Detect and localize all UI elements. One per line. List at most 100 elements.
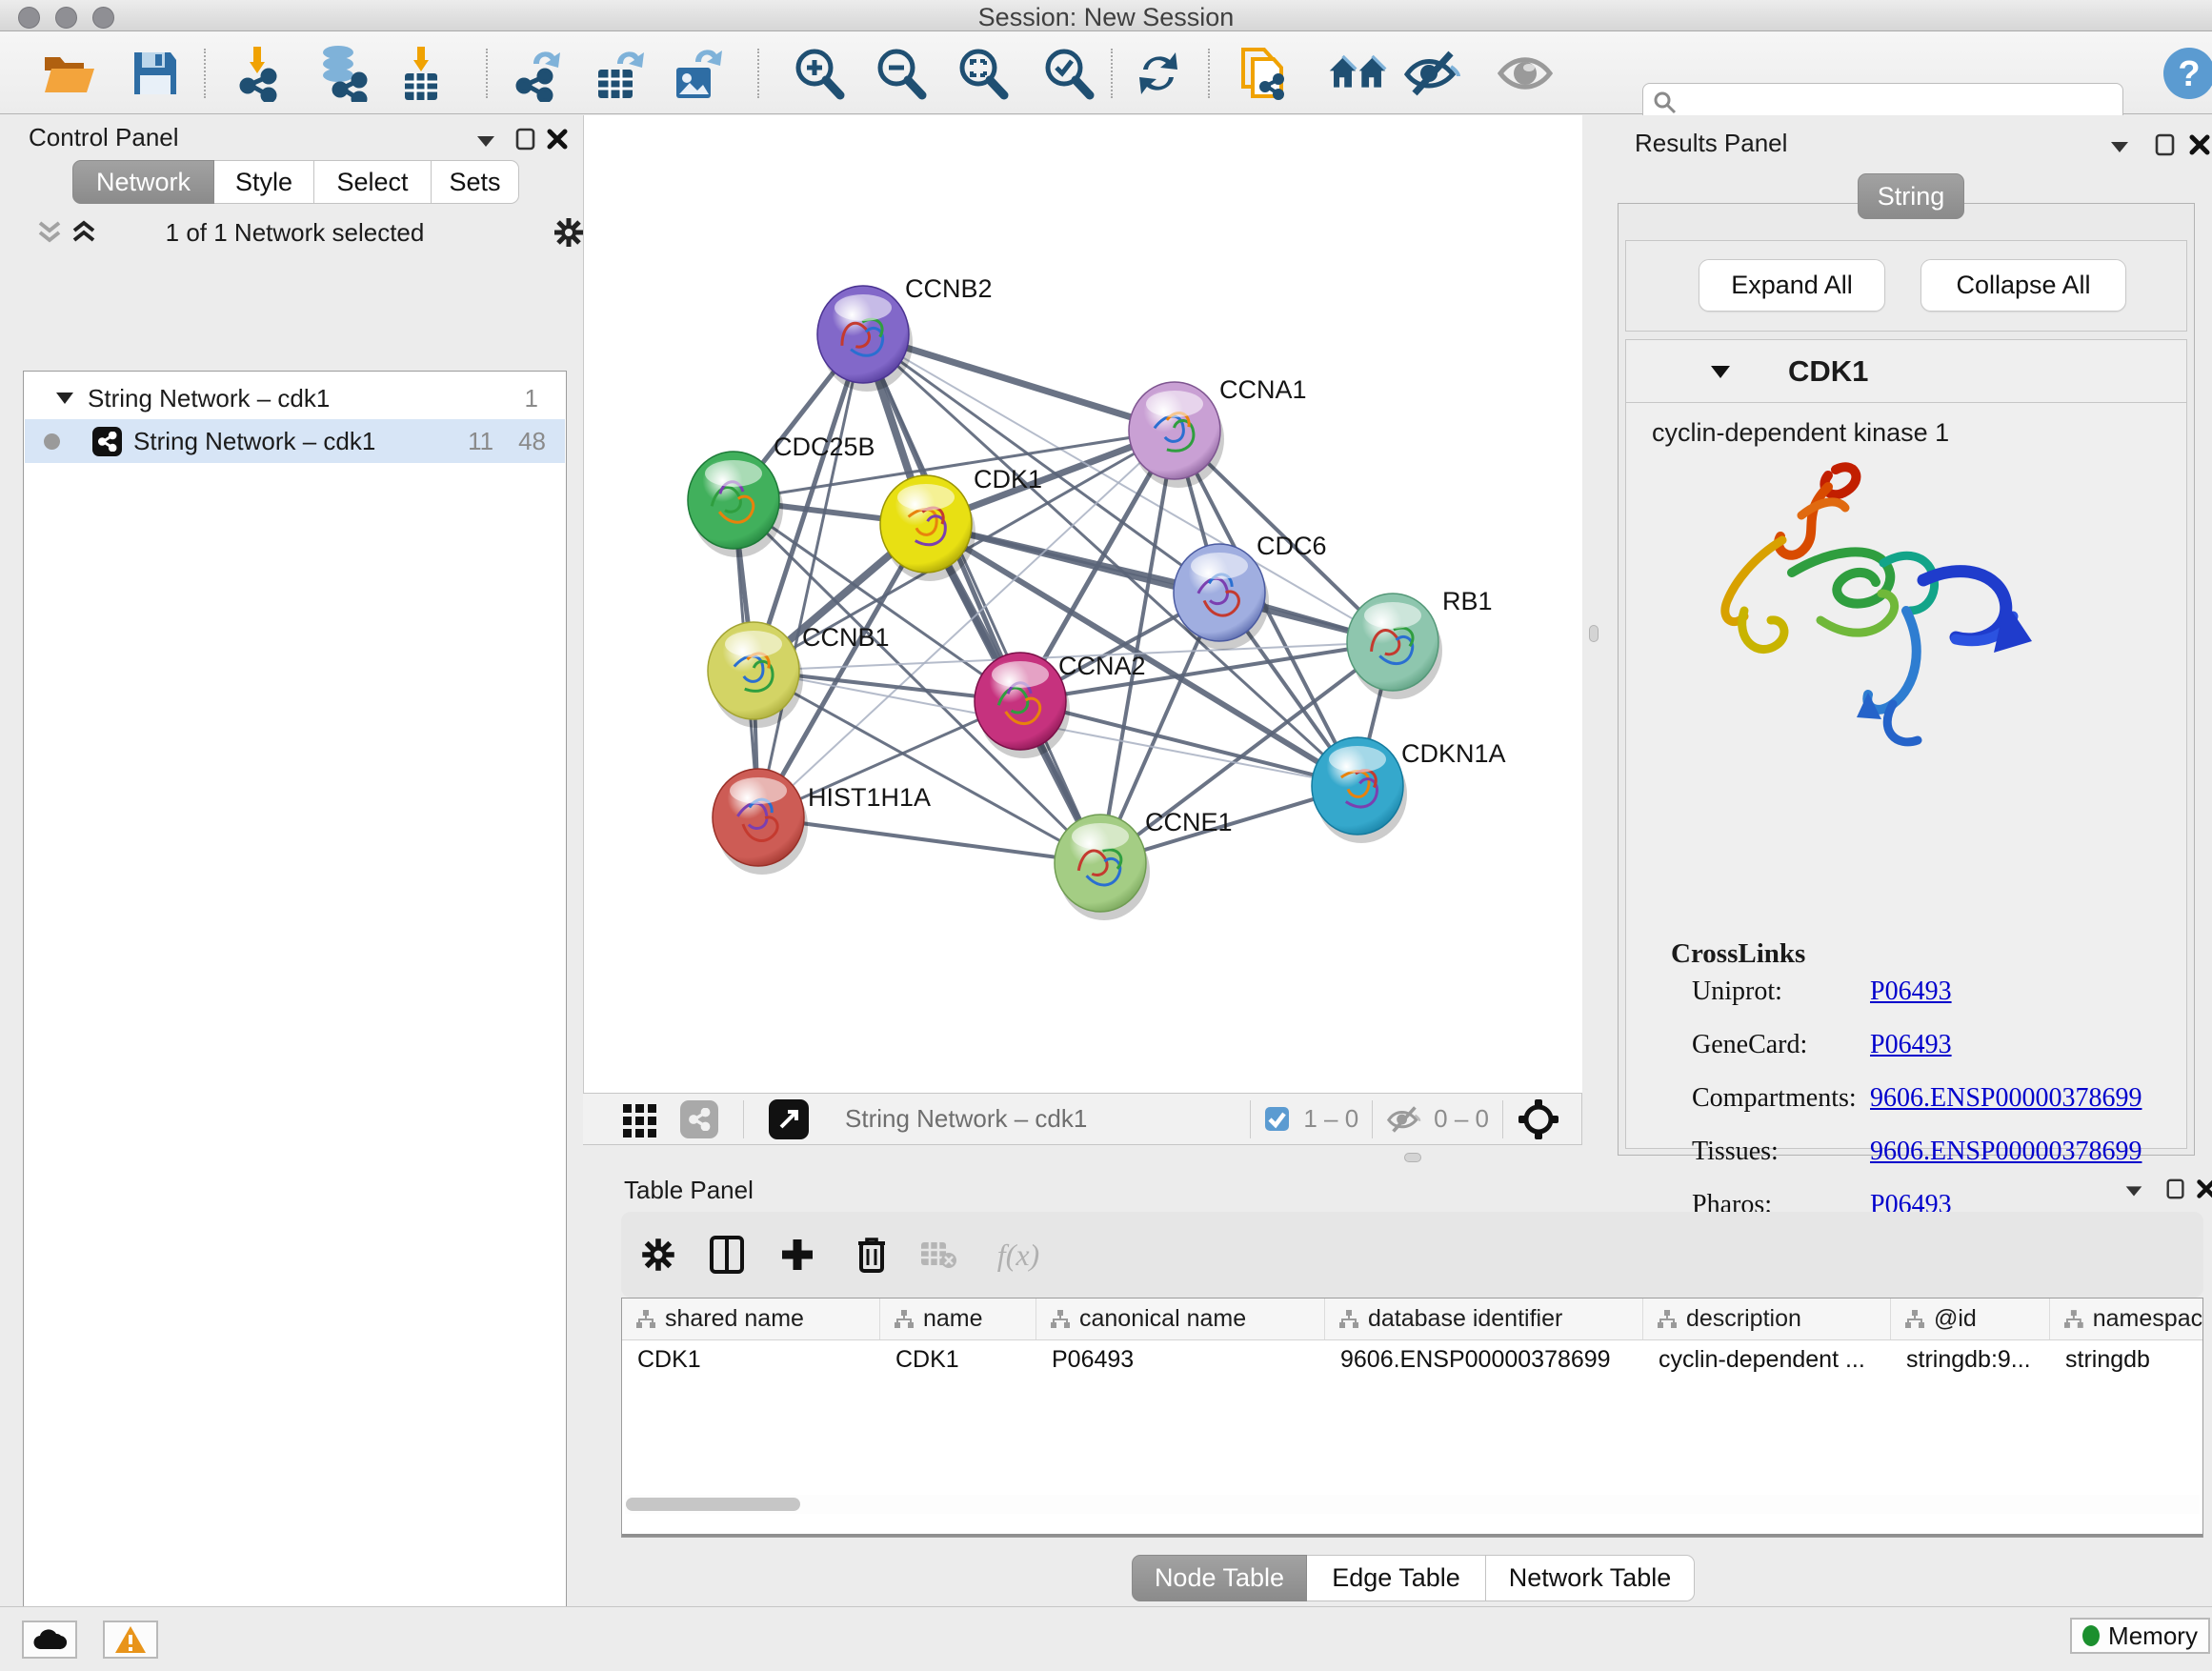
import-table-file-icon[interactable]: [392, 45, 451, 102]
node-CDC25B[interactable]: CDC25B: [688, 433, 875, 557]
network-share-view-icon[interactable]: [680, 1100, 718, 1138]
collapse-panel-icon[interactable]: [473, 129, 498, 153]
gene-section-header[interactable]: CDK1: [1626, 340, 2186, 403]
gear-icon[interactable]: [553, 216, 585, 249]
tab-string[interactable]: String: [1858, 173, 1964, 219]
float-panel-icon[interactable]: [2153, 132, 2178, 157]
delete-column-trash-icon[interactable]: [850, 1236, 894, 1274]
table-cell[interactable]: 9606.ENSP00000378699: [1325, 1346, 1643, 1374]
export-table-icon[interactable]: [589, 45, 648, 102]
crosslink-label: Tissues:: [1692, 1137, 1870, 1167]
export-image-icon[interactable]: [667, 45, 726, 102]
expand-all-button[interactable]: Expand All: [1699, 259, 1885, 312]
export-network-icon[interactable]: [510, 45, 569, 102]
node-label-CDK1: CDK1: [974, 465, 1042, 493]
two-houses-icon[interactable]: [1328, 45, 1387, 102]
open-session-icon[interactable]: [40, 45, 99, 102]
collapse-all-button[interactable]: Collapse All: [1920, 259, 2126, 312]
column-type-icon: [2063, 1309, 2084, 1330]
node-RB1[interactable]: RB1: [1347, 587, 1493, 699]
table-cell[interactable]: CDK1: [622, 1346, 880, 1374]
crosslink-value-link[interactable]: P06493: [1870, 1030, 1952, 1060]
grid-view-icon[interactable]: [621, 1100, 659, 1138]
help-icon[interactable]: ?: [2161, 45, 2212, 102]
fit-crosshair-icon[interactable]: [1517, 1097, 1560, 1141]
node-CDK1[interactable]: CDK1: [880, 465, 1042, 581]
tab-node-table[interactable]: Node Table: [1132, 1555, 1307, 1601]
section-collapse-icon[interactable]: [1708, 361, 1733, 382]
column-header-description[interactable]: description: [1643, 1299, 1891, 1339]
column-header-database-identifier[interactable]: database identifier: [1325, 1299, 1643, 1339]
warning-button[interactable]: [103, 1621, 158, 1659]
float-panel-icon[interactable]: [513, 127, 538, 151]
float-panel-icon[interactable]: [2164, 1178, 2187, 1200]
collapse-panel-icon[interactable]: [2107, 134, 2132, 159]
zoom-fit-icon[interactable]: [953, 45, 1012, 102]
function-builder-icon-disabled: f(x): [985, 1236, 1052, 1274]
import-network-database-icon[interactable]: [313, 45, 372, 102]
toolbar-separator: [486, 49, 488, 98]
network-collection-row[interactable]: String Network – cdk1 1: [25, 379, 565, 417]
vertical-splitter-handle[interactable]: [1589, 625, 1599, 642]
search-input[interactable]: [1678, 90, 2097, 116]
crosslink-value-link[interactable]: 9606.ENSP00000378699: [1870, 1137, 2142, 1167]
table-cell[interactable]: cyclin-dependent ...: [1643, 1346, 1891, 1374]
table-horizontal-scrollbar[interactable]: [625, 1495, 2200, 1514]
cloud-button[interactable]: [22, 1621, 77, 1659]
tab-network-table[interactable]: Network Table: [1486, 1555, 1695, 1601]
horizontal-splitter-handle[interactable]: [1404, 1153, 1421, 1162]
table-cell[interactable]: stringdb:9...: [1891, 1346, 2050, 1374]
edge-HIST1H1A-CCNE1[interactable]: [758, 817, 1100, 863]
node-CDKN1A[interactable]: CDKN1A: [1312, 737, 1506, 843]
memory-button[interactable]: Memory: [2070, 1618, 2210, 1654]
close-panel-icon[interactable]: [2187, 132, 2212, 157]
crosslink-value-link[interactable]: 9606.ENSP00000378699: [1870, 1083, 2142, 1114]
refresh-icon[interactable]: [1129, 45, 1188, 102]
column-header-@id[interactable]: @id: [1891, 1299, 2050, 1339]
hide-eye-icon[interactable]: [1403, 45, 1462, 102]
table-cell[interactable]: stringdb: [2050, 1346, 2203, 1374]
network-row[interactable]: String Network – cdk1 11 48: [25, 419, 565, 463]
tab-select[interactable]: Select: [314, 160, 432, 204]
tab-style[interactable]: Style: [214, 160, 314, 204]
zoom-in-icon[interactable]: [789, 45, 848, 102]
node-HIST1H1A[interactable]: HIST1H1A: [713, 769, 931, 875]
edge-count: 48: [518, 427, 546, 456]
zoom-out-icon[interactable]: [871, 45, 930, 102]
control-panel: Control Panel NetworkStyleSelectSets 1 o…: [0, 115, 572, 1606]
status-footer: Memory: [0, 1606, 2212, 1671]
collapse-panel-icon[interactable]: [2122, 1179, 2145, 1202]
tab-network[interactable]: Network: [72, 160, 214, 204]
close-panel-icon[interactable]: [545, 127, 570, 151]
crosslink-value-link[interactable]: P06493: [1870, 976, 1952, 1007]
tab-sets[interactable]: Sets: [432, 160, 519, 204]
show-columns-icon[interactable]: [705, 1236, 749, 1274]
table-cell[interactable]: P06493: [1036, 1346, 1325, 1374]
network-graph[interactable]: CCNB2CCNA1CDC25BCDK1CDC6RB1CCNB1CCNA2CDK…: [583, 115, 1582, 1093]
add-column-icon[interactable]: [775, 1236, 819, 1274]
table-cell[interactable]: CDK1: [880, 1346, 1036, 1374]
warning-icon: [114, 1625, 147, 1654]
clone-network-icon[interactable]: [1235, 45, 1294, 102]
tree-expand-icon[interactable]: [53, 389, 76, 408]
import-network-file-icon[interactable]: [228, 45, 287, 102]
column-header-name[interactable]: name: [880, 1299, 1036, 1339]
network-status-dot: [44, 433, 60, 450]
table-row[interactable]: CDK1CDK1P064939606.ENSP00000378699cyclin…: [622, 1340, 2202, 1379]
column-header-namespace[interactable]: namespace: [2050, 1299, 2203, 1339]
network-label: String Network – cdk1: [133, 427, 375, 456]
tab-edge-table[interactable]: Edge Table: [1307, 1555, 1486, 1601]
save-session-icon[interactable]: [126, 45, 185, 102]
column-header-shared-name[interactable]: shared name: [622, 1299, 880, 1339]
zoom-selected-icon[interactable]: [1038, 45, 1097, 102]
show-eye-icon[interactable]: [1496, 45, 1555, 102]
birdseye-view-icon[interactable]: [769, 1099, 809, 1139]
scrollbar-thumb[interactable]: [626, 1498, 800, 1511]
cytoscape-window: Session: New Session: [0, 0, 2212, 1671]
table-settings-gear-icon[interactable]: [636, 1236, 680, 1274]
node-CCNE1[interactable]: CCNE1: [1055, 808, 1233, 920]
column-header-canonical-name[interactable]: canonical name: [1036, 1299, 1325, 1339]
close-panel-icon[interactable]: [2195, 1178, 2212, 1200]
selected-checkbox-icon[interactable]: [1264, 1106, 1290, 1132]
table-header-row: shared namenamecanonical namedatabase id…: [622, 1299, 2202, 1340]
